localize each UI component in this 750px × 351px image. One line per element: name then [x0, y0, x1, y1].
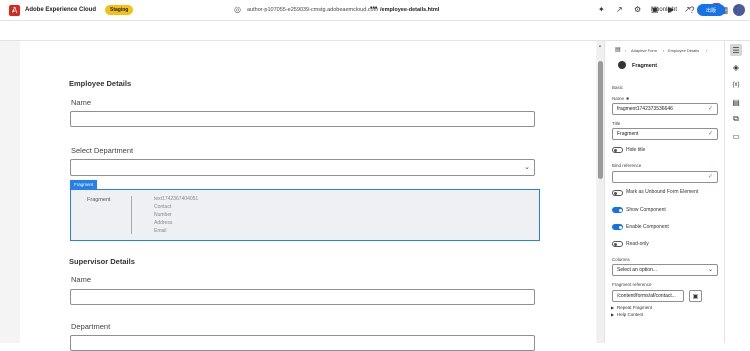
fragment-divider — [131, 196, 132, 234]
fragment-reference-input[interactable]: /content/forms/af/contact... — [612, 290, 684, 302]
department-select[interactable]: ⌄ — [70, 159, 535, 176]
name-label[interactable]: Name — [71, 98, 91, 107]
repeat-fragment-label[interactable]: Repeat Fragment — [617, 305, 652, 310]
read-only-label: Read-only — [626, 241, 649, 247]
fragment-reference-value: /content/forms/af/contact... — [617, 293, 676, 299]
employee-section-title[interactable]: Employee Details — [69, 79, 131, 88]
fragment-field: text1742367404051 — [154, 196, 199, 202]
page-path: /employee-details.html — [380, 7, 440, 13]
unbound-toggle[interactable] — [612, 190, 623, 196]
required-asterisk-icon: ✱ — [626, 96, 630, 101]
settings-icon[interactable]: ⚙ — [634, 5, 641, 14]
valid-check-icon: ✓ — [707, 131, 713, 137]
delete-icon[interactable]: ▭ — [730, 130, 742, 142]
browse-image-icon[interactable]: ▣ — [689, 290, 702, 302]
url-more-icon[interactable]: ••• — [370, 5, 377, 12]
columns-value: Select an option... — [617, 267, 658, 273]
fragment-field: Number — [154, 212, 172, 218]
basic-section-label: Basic — [612, 85, 624, 90]
component-icon — [618, 61, 626, 69]
document-icon[interactable]: ▤ — [730, 96, 742, 108]
variables-icon[interactable]: {x} — [730, 79, 742, 91]
fragment-name: Fragment — [87, 197, 111, 203]
breadcrumb-separator: › — [663, 48, 665, 53]
bind-reference-label: Bind reference — [612, 163, 642, 168]
breadcrumb-separator: › — [625, 48, 627, 53]
hide-title-label: Hide title — [626, 147, 646, 153]
properties-icon[interactable]: ☰ — [730, 44, 742, 56]
breadcrumb-item[interactable]: Employee Details — [668, 48, 699, 53]
page-url: author-p107055-e259039-cmstg.adobeaemclo… — [247, 7, 379, 13]
breadcrumb-separator: › — [706, 48, 708, 53]
enable-component-label: Enable Component — [626, 224, 669, 230]
name-prop-input[interactable]: fragment1742373536646 ✓ — [612, 103, 718, 115]
environment-badge: Staging — [105, 5, 134, 15]
valid-check-icon: ✓ — [707, 174, 713, 180]
department-label[interactable]: Select Department — [71, 146, 133, 155]
columns-select[interactable]: Select an option... ⌄ — [612, 264, 718, 276]
name-prop-value: fragment1742373536646 — [617, 106, 673, 112]
supervisor-name-input[interactable] — [70, 289, 535, 305]
bind-reference-input[interactable]: ✓ — [612, 171, 718, 183]
scrollbar-thumb[interactable] — [598, 61, 603, 179]
title-prop-value: Fragment — [617, 131, 639, 137]
fragment-field: Email — [154, 228, 167, 234]
supervisor-department-input[interactable] — [70, 335, 535, 351]
fragment-field: Contact — [154, 204, 172, 210]
title-prop-label: Title — [612, 121, 621, 126]
publish-button[interactable]: 出版 — [697, 4, 725, 16]
show-component-label: Show Component — [626, 207, 666, 213]
supervisor-section-title[interactable]: Supervisor Details — [69, 257, 135, 266]
chevron-down-icon: ⌄ — [707, 267, 713, 273]
help-content-label[interactable]: Help Content — [617, 312, 643, 317]
app-title[interactable]: Adobe Experience Cloud — [25, 7, 96, 13]
fragment-field: Address — [154, 220, 173, 226]
chevron-down-icon: ⌄ — [524, 164, 530, 171]
supervisor-name-label[interactable]: Name — [71, 275, 91, 284]
home-icon[interactable]: ⌂ — [11, 5, 16, 15]
hide-title-toggle[interactable] — [612, 147, 623, 153]
name-input[interactable] — [70, 111, 535, 127]
supervisor-department-label[interactable]: Department — [71, 322, 110, 331]
title-prop-input[interactable]: Fragment ✓ — [612, 128, 718, 140]
rule-editor-icon[interactable]: ↗ — [616, 5, 623, 14]
show-component-toggle[interactable] — [612, 207, 623, 213]
play-icon[interactable]: ▶ — [668, 5, 674, 14]
copy-icon[interactable]: ⧉ — [730, 113, 742, 125]
fragment-component[interactable]: Fragment text1742367404051 Contact Numbe… — [70, 189, 540, 241]
wand-icon[interactable]: ✦ — [598, 5, 605, 14]
scroll-up-icon[interactable]: ▲ — [598, 43, 602, 48]
more-icon[interactable]: ⋮ — [732, 5, 740, 14]
valid-check-icon: ✓ — [707, 106, 713, 112]
enable-component-toggle[interactable] — [612, 224, 623, 230]
read-only-toggle[interactable] — [612, 241, 623, 247]
columns-label: Columns — [612, 257, 630, 262]
layers-icon[interactable]: ◈ — [730, 61, 742, 73]
fragment-reference-label: Fragment reference — [612, 282, 652, 287]
chevron-right-icon[interactable]: ▶ — [611, 305, 614, 310]
editor-toolbar — [0, 21, 750, 41]
fragment-tag[interactable]: Fragment — [70, 180, 98, 189]
folder-icon[interactable]: ▤ — [615, 46, 621, 53]
component-title: Fragment — [632, 63, 658, 69]
globe-icon: ◎ — [234, 5, 241, 14]
preview-icon[interactable]: ▣ — [651, 5, 659, 14]
breadcrumb-item[interactable]: Adaptive Form — [631, 48, 657, 53]
name-prop-label: Name — [612, 96, 625, 101]
unbound-label: Mark as Unbound Form Element — [626, 189, 699, 195]
open-external-icon[interactable]: ↗ — [684, 5, 691, 14]
chevron-right-icon[interactable]: ▶ — [611, 312, 614, 317]
